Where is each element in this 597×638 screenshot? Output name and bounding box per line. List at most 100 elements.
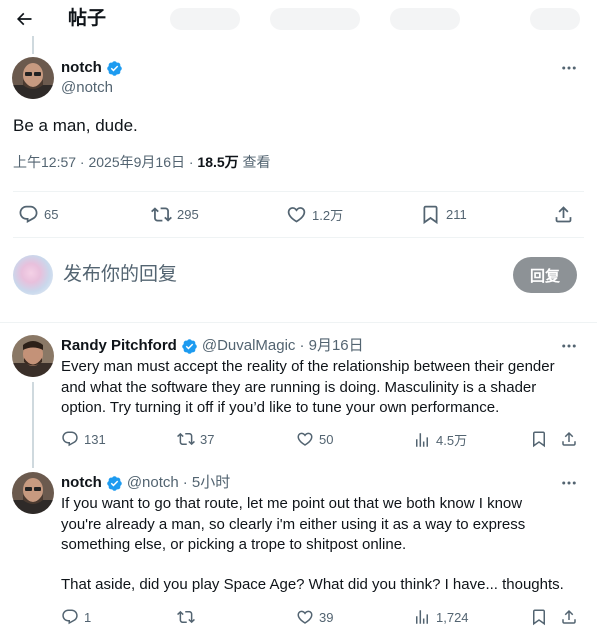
views-action[interactable]: 1,724 <box>413 608 469 626</box>
repost-action[interactable]: 37 <box>177 430 214 448</box>
post-metadata: 上午12:57 · 2025年9月16日 · 18.5万 查看 <box>13 152 271 172</box>
reply-author-row: Randy Pitchford @DuvalMagic · 9月16日 <box>61 336 364 356</box>
reply-timestamp[interactable]: · 9月16日 <box>299 336 363 356</box>
like-action[interactable]: 39 <box>296 608 333 626</box>
reply-input[interactable]: 发布你的回复 <box>63 262 177 288</box>
view-count: 18.5万 <box>197 154 239 170</box>
bookmark-icon <box>533 431 545 448</box>
reply-icon <box>19 205 38 223</box>
reply-icon <box>62 609 78 625</box>
reply-count: 131 <box>84 431 106 447</box>
reply-text-line: you're already a man, so clearly i'm eit… <box>61 515 526 533</box>
reply-text-line: and what the software they are running i… <box>61 378 537 396</box>
author-handle[interactable]: @notch <box>61 78 113 98</box>
author-row: notch <box>61 58 123 78</box>
verified-badge-icon <box>182 338 197 354</box>
verified-badge-icon <box>107 60 122 76</box>
more-options-button[interactable] <box>557 336 581 356</box>
reply-text: Every man must accept the reality of the… <box>61 357 581 419</box>
background-blur-shape <box>270 8 360 30</box>
share-icon <box>555 206 572 223</box>
avatar[interactable] <box>12 472 54 514</box>
reply-author-handle[interactable]: @DuvalMagic <box>202 336 296 356</box>
reply-text-line: something else, or picking a trope to sh… <box>61 536 407 553</box>
post-timestamp[interactable]: 上午12:57 · 2025年9月16日 · <box>13 154 197 170</box>
reply-timestamp[interactable]: · 5小时 <box>183 473 231 493</box>
reply-author-handle[interactable]: @notch <box>127 473 179 493</box>
reply-text-line: That aside, did you play Space Age? What… <box>61 576 564 593</box>
views-action[interactable]: 4.5万 <box>413 430 467 449</box>
analytics-icon <box>416 432 428 447</box>
reply-action[interactable]: 65 <box>18 204 58 225</box>
repost-count: 295 <box>177 207 199 222</box>
person-avatar-icon <box>12 472 54 514</box>
top-bar: 帖子 <box>0 0 597 40</box>
avatar[interactable] <box>12 335 54 377</box>
back-arrow-icon <box>16 12 32 26</box>
reply-text-line: option. Try turning it off if you’d like… <box>61 399 500 416</box>
reply-text-line: If you want to go that route, let me poi… <box>61 495 523 512</box>
avatar[interactable] <box>12 57 54 99</box>
heart-icon <box>297 610 313 624</box>
page-title: 帖子 <box>68 8 107 29</box>
bookmark-action[interactable] <box>530 430 548 448</box>
reply-count: 1 <box>84 609 92 625</box>
analytics-icon <box>416 610 428 624</box>
repost-icon <box>151 207 172 222</box>
thread-connector-line <box>32 382 34 468</box>
bookmark-action[interactable] <box>530 608 548 626</box>
heart-icon <box>297 432 313 446</box>
reply-action[interactable]: 1 <box>61 608 91 626</box>
like-count: 50 <box>319 431 334 447</box>
more-options-button[interactable] <box>557 58 581 78</box>
repost-count: 37 <box>200 431 215 447</box>
bookmark-count: 211 <box>446 207 467 222</box>
background-blur-shape <box>530 8 580 30</box>
reply-icon <box>62 431 78 447</box>
repost-action[interactable]: 295 <box>151 204 199 225</box>
repost-action[interactable] <box>177 608 200 626</box>
more-dots-icon <box>562 481 576 485</box>
post-text: Be a man, dude. <box>13 116 138 135</box>
divider <box>13 191 584 192</box>
more-dots-icon <box>562 344 576 348</box>
back-button[interactable] <box>8 3 40 35</box>
share-icon <box>562 431 576 446</box>
like-action[interactable]: 50 <box>296 430 333 448</box>
share-action[interactable] <box>553 204 574 225</box>
divider <box>13 237 584 238</box>
more-options-button[interactable] <box>557 473 581 493</box>
reply-action[interactable]: 131 <box>61 430 106 448</box>
view-count: 4.5万 <box>436 433 468 448</box>
bookmark-icon <box>423 205 438 225</box>
heart-icon <box>287 207 306 223</box>
thread-connector-line <box>32 36 34 54</box>
author-name[interactable]: notch <box>61 58 102 78</box>
reply-button[interactable]: 回复 <box>513 257 577 293</box>
reply-author-row: notch @notch · 5小时 <box>61 473 230 493</box>
background-blur-shape <box>170 8 240 30</box>
like-count: 1.2万 <box>312 208 344 223</box>
divider <box>0 322 597 323</box>
repost-icon <box>177 610 195 624</box>
share-icon <box>562 609 576 624</box>
view-count: 1,724 <box>436 609 469 625</box>
person-avatar-icon <box>12 335 54 377</box>
more-dots-icon <box>562 66 576 70</box>
share-action[interactable] <box>560 430 578 448</box>
reply-author-name[interactable]: notch <box>61 473 102 493</box>
reply-author-name[interactable]: Randy Pitchford <box>61 336 177 356</box>
reply-count: 65 <box>44 207 59 222</box>
bookmark-action[interactable]: 211 <box>420 204 467 225</box>
repost-icon <box>177 432 195 446</box>
bookmark-icon <box>533 609 545 626</box>
reply-text-line: Every man must accept the reality of the… <box>61 358 555 375</box>
reply-text: That aside, did you play Space Age? What… <box>61 575 581 596</box>
current-user-avatar[interactable] <box>13 255 53 295</box>
view-count-label: 查看 <box>238 154 271 170</box>
like-action[interactable]: 1.2万 <box>286 204 343 225</box>
share-action[interactable] <box>560 608 578 626</box>
person-avatar-icon <box>12 57 54 99</box>
verified-badge-icon <box>107 475 122 491</box>
like-count: 39 <box>319 609 334 625</box>
